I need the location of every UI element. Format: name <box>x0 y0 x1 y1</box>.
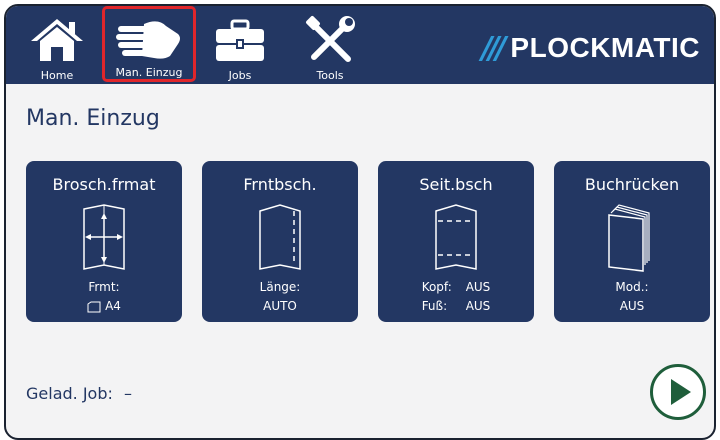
front-trim-icon <box>256 203 304 277</box>
card-front-trim[interactable]: Frntbsch. Länge: AUTO <box>202 161 358 322</box>
hand-icon <box>114 13 184 60</box>
nav-jobs-label: Jobs <box>228 69 252 82</box>
card-booklet-format[interactable]: Brosch.frmat Frmt: A4 <box>26 161 182 322</box>
card-line1-row: Kopf: AUS <box>378 280 534 294</box>
nav-manual-feed[interactable]: Man. Einzug <box>102 6 196 82</box>
device-screen: Home Man. Einzug Jobs Tools /// PLOCKMAT… <box>4 4 716 440</box>
card-title: Buchrücken <box>584 175 680 194</box>
nav-jobs[interactable]: Jobs <box>210 6 270 82</box>
briefcase-icon <box>214 12 266 63</box>
loaded-job-value: – <box>123 384 132 403</box>
brand-name: PLOCKMATIC <box>510 32 700 63</box>
loaded-job-label: Gelad. Job: <box>26 384 113 403</box>
booklet-format-icon <box>80 203 128 277</box>
card-line1: Mod.: <box>615 280 649 294</box>
brand-logo: /// PLOCKMATIC <box>482 28 700 68</box>
card-title: Frntbsch. <box>243 175 317 194</box>
card-spine[interactable]: Buchrücken Mod.: AUS <box>554 161 710 322</box>
card-line2-key: Fuß: <box>421 299 448 313</box>
card-line2: AUS <box>619 299 645 313</box>
card-line2: AUTO <box>263 299 297 313</box>
card-line2: A4 <box>105 299 121 313</box>
play-icon <box>671 379 691 405</box>
top-navigation-bar: Home Man. Einzug Jobs Tools /// PLOCKMAT… <box>6 6 714 84</box>
card-title: Brosch.frmat <box>52 175 156 194</box>
tools-icon <box>304 12 356 63</box>
home-icon <box>29 12 85 63</box>
paper-size-icon <box>87 301 101 313</box>
side-trim-icon <box>432 203 480 277</box>
nav-manual-feed-label: Man. Einzug <box>115 66 183 79</box>
brand-slashes: /// <box>481 30 507 66</box>
nav-tools[interactable]: Tools <box>300 6 360 82</box>
card-line1: Länge: <box>259 280 301 294</box>
card-side-trim[interactable]: Seit.bsch Kopf: AUS Fuß: AUS <box>378 161 534 322</box>
nav-home-label: Home <box>40 69 74 82</box>
card-line2-row: Fuß: AUS <box>378 299 534 313</box>
card-line1-key: Kopf: <box>421 280 452 294</box>
card-line2-value: AUS <box>465 299 491 313</box>
card-title: Seit.bsch <box>419 175 493 194</box>
card-line2-row: A4 <box>26 299 182 313</box>
page-title: Man. Einzug <box>26 106 160 131</box>
spine-icon <box>607 203 657 277</box>
start-button[interactable] <box>650 364 706 420</box>
card-line1: Frmt: <box>88 280 120 294</box>
card-line1-value: AUS <box>465 280 491 294</box>
loaded-job-status: Gelad. Job: – <box>26 384 138 403</box>
nav-home[interactable]: Home <box>24 6 90 82</box>
nav-tools-label: Tools <box>316 69 344 82</box>
